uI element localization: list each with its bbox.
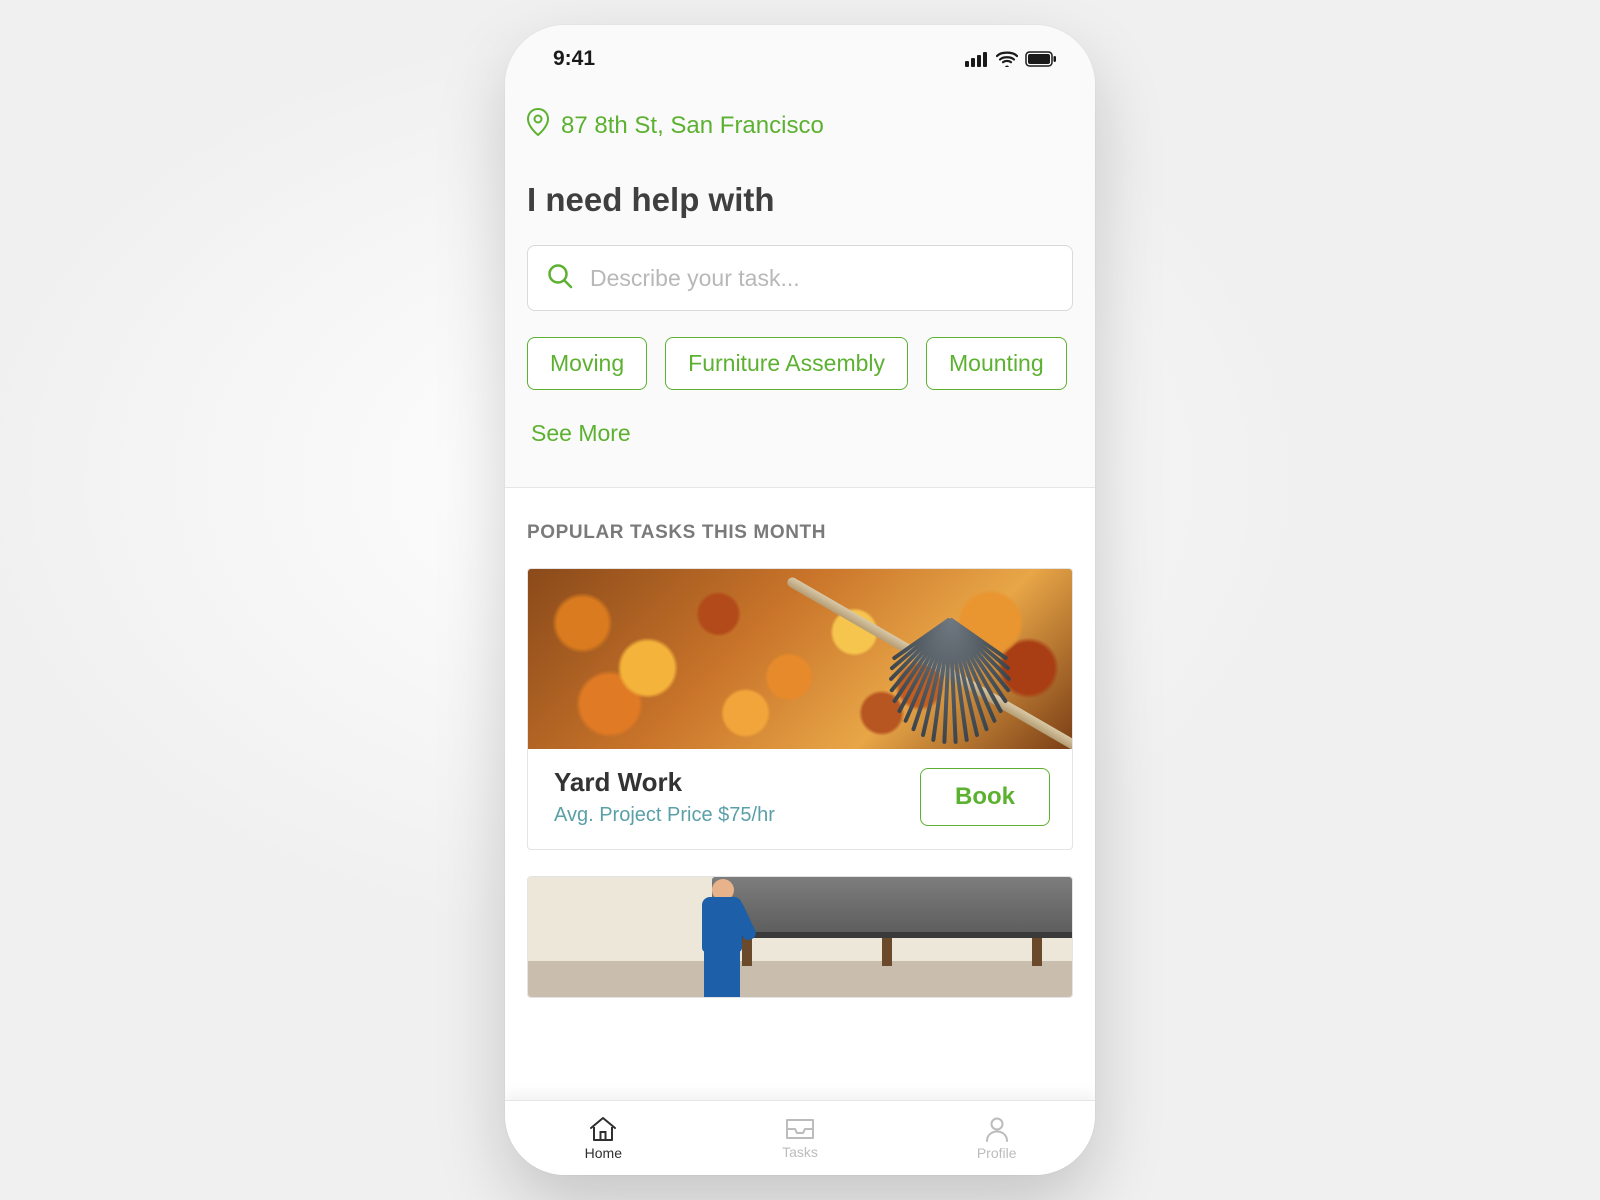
- search-input[interactable]: [590, 265, 1054, 292]
- tab-bar: Home Tasks Profile: [505, 1100, 1095, 1175]
- profile-icon: [984, 1116, 1010, 1142]
- tab-label: Profile: [977, 1145, 1017, 1161]
- location-address: 87 8th St, San Francisco: [561, 112, 824, 140]
- tab-tasks[interactable]: Tasks: [702, 1101, 899, 1175]
- see-more-link[interactable]: See More: [527, 408, 635, 459]
- status-time: 9:41: [553, 47, 595, 71]
- task-card-image-2: [528, 877, 1072, 997]
- tab-home[interactable]: Home: [505, 1101, 702, 1175]
- stage: 9:41: [0, 0, 1600, 1200]
- book-button[interactable]: Book: [920, 768, 1050, 826]
- search-box[interactable]: [527, 245, 1073, 311]
- category-chips: Moving Furniture Assembly Mounting See M…: [527, 337, 1073, 459]
- status-bar: 9:41: [505, 25, 1095, 80]
- location-pin-icon: [527, 108, 549, 143]
- tab-label: Tasks: [782, 1144, 818, 1160]
- task-card-second[interactable]: [527, 876, 1073, 998]
- task-card-subtitle: Avg. Project Price $75/hr: [554, 804, 775, 827]
- search-icon: [546, 262, 574, 295]
- location-row[interactable]: 87 8th St, San Francisco: [527, 108, 1073, 143]
- phone-frame: 9:41: [505, 25, 1095, 1175]
- page-heading: I need help with: [527, 181, 1073, 219]
- home-icon: [588, 1116, 618, 1142]
- chip-moving[interactable]: Moving: [527, 337, 647, 390]
- content-scroll[interactable]: POPULAR TASKS THIS MONTH Yard Work Avg. …: [505, 488, 1095, 1100]
- popular-section-title: POPULAR TASKS THIS MONTH: [505, 488, 1095, 560]
- status-icons: [965, 51, 1057, 67]
- chip-mounting[interactable]: Mounting: [926, 337, 1067, 390]
- tab-label: Home: [585, 1145, 622, 1161]
- chip-furniture-assembly[interactable]: Furniture Assembly: [665, 337, 908, 390]
- task-card-image: [528, 569, 1072, 749]
- inbox-icon: [784, 1117, 816, 1141]
- task-card-title: Yard Work: [554, 767, 775, 798]
- tab-profile[interactable]: Profile: [898, 1101, 1095, 1175]
- wifi-icon: [996, 51, 1018, 67]
- header-area: 87 8th St, San Francisco I need help wit…: [505, 80, 1095, 488]
- battery-icon: [1025, 51, 1057, 67]
- cellular-icon: [965, 51, 989, 67]
- task-card-body: Yard Work Avg. Project Price $75/hr Book: [528, 749, 1072, 849]
- task-card-yard-work[interactable]: Yard Work Avg. Project Price $75/hr Book: [527, 568, 1073, 850]
